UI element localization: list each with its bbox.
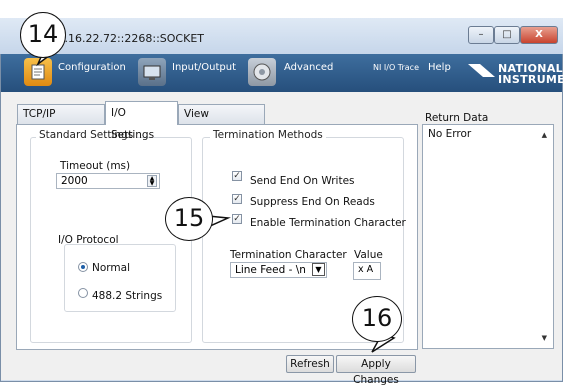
callout-pointers bbox=[36, 49, 396, 353]
callout-15: 15 bbox=[165, 197, 213, 241]
callout-16: 16 bbox=[352, 296, 402, 342]
callout-14: 14 bbox=[20, 12, 66, 58]
